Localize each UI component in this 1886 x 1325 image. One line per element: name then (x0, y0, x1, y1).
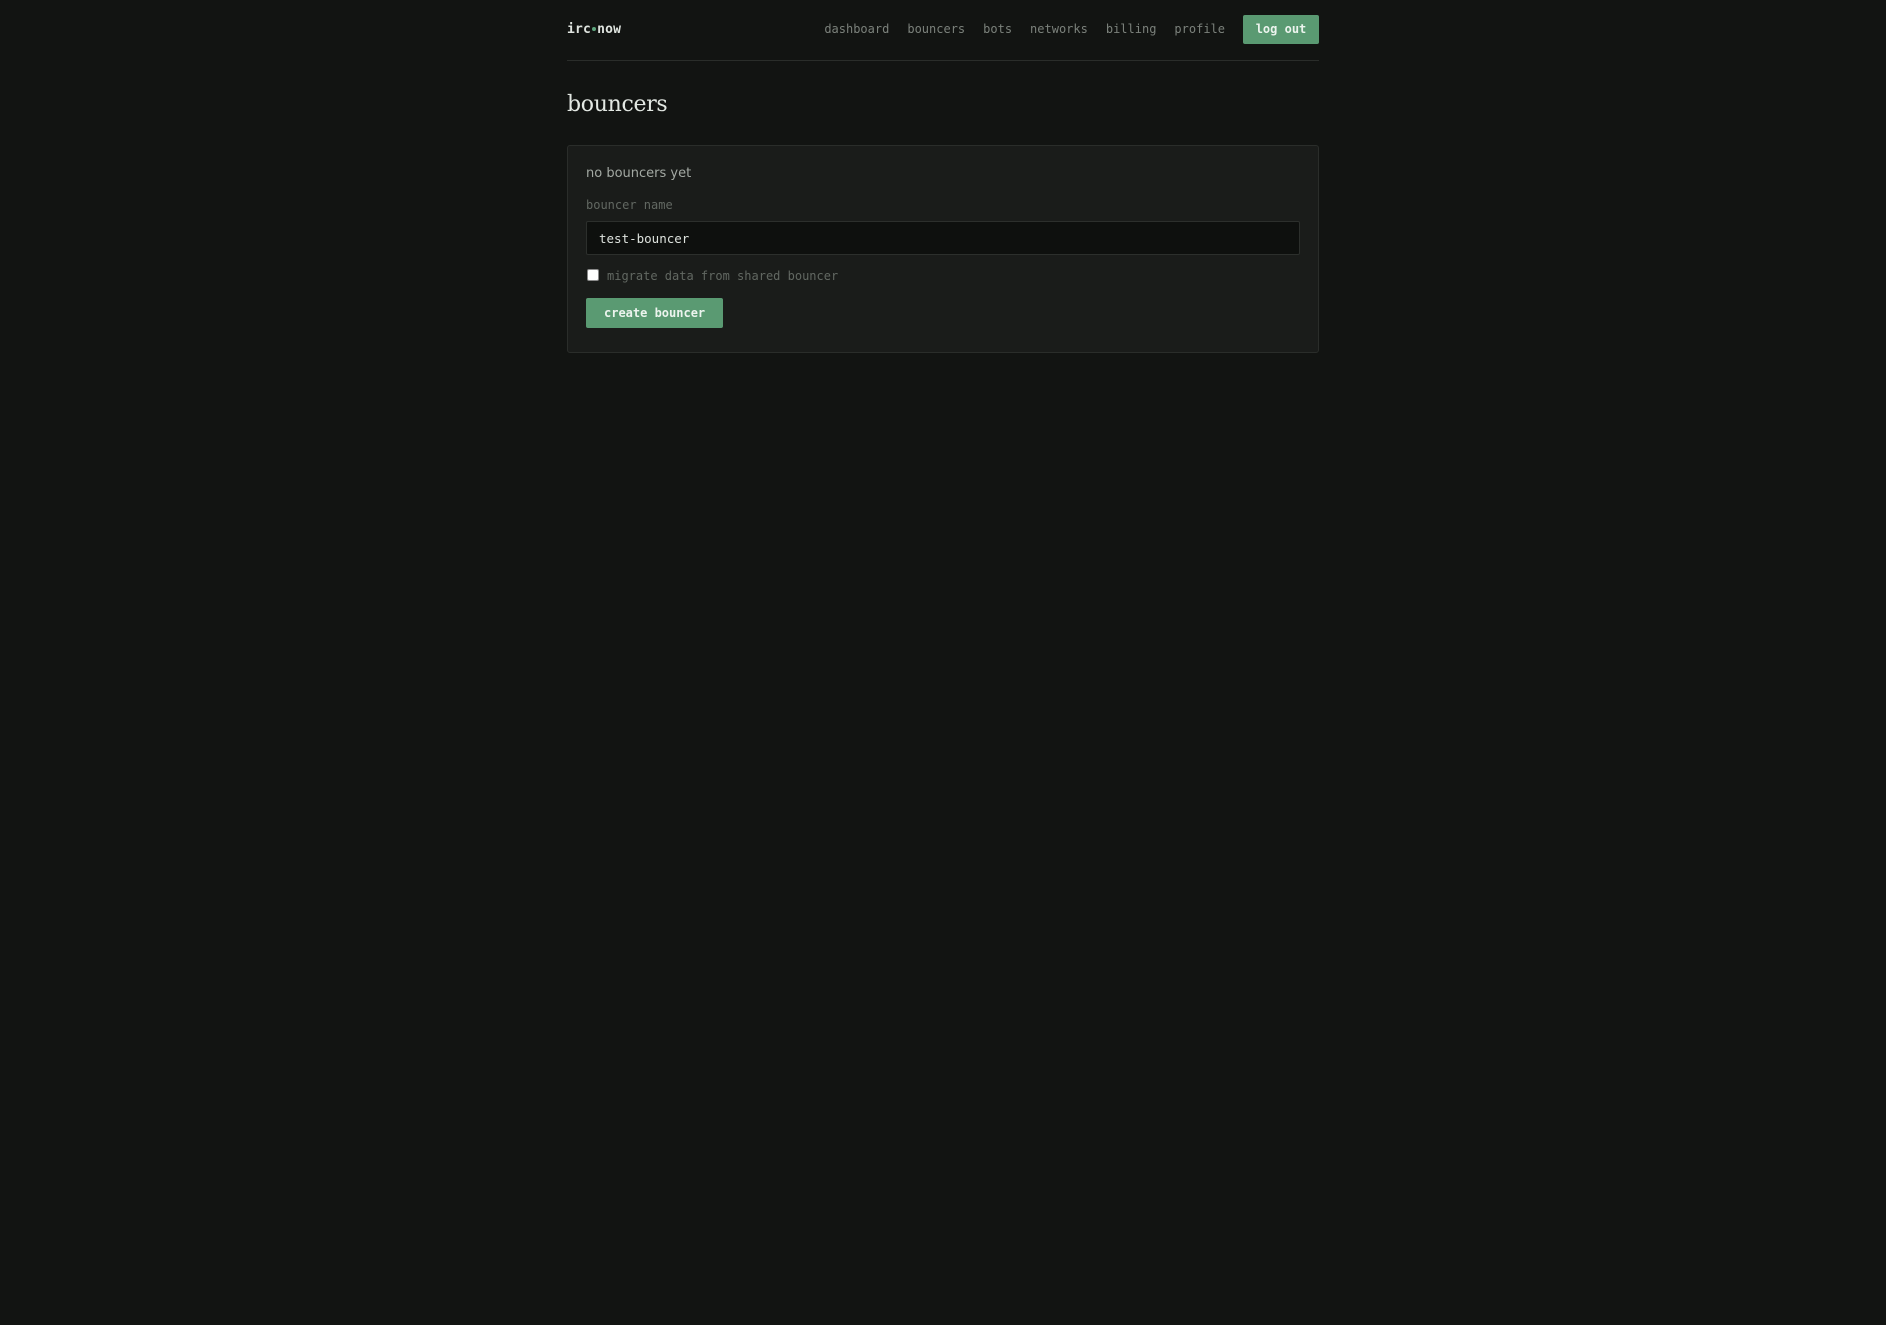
nav-link-profile[interactable]: profile (1174, 22, 1225, 36)
bouncer-name-input[interactable] (586, 221, 1300, 255)
nav-link-billing[interactable]: billing (1106, 22, 1157, 36)
brand-logo[interactable]: irc now (567, 22, 621, 37)
brand-text-right: now (597, 21, 622, 37)
nav-link-bouncers[interactable]: bouncers (907, 22, 965, 36)
nav-link-networks[interactable]: networks (1030, 22, 1088, 36)
migrate-data-label: migrate data from shared bouncer (607, 269, 839, 283)
brand-text-left: irc (567, 21, 592, 37)
page-container: irc now dashboard bouncers bots networks … (567, 0, 1319, 353)
top-navigation-bar: irc now dashboard bouncers bots networks … (567, 0, 1319, 61)
nav-menu: dashboard bouncers bots networks billing… (824, 14, 1319, 44)
create-bouncer-card: no bouncers yet bouncer name migrate dat… (567, 145, 1319, 353)
migrate-option-row: migrate data from shared bouncer (586, 269, 1300, 283)
logout-button[interactable]: log out (1243, 14, 1319, 44)
page-title: bouncers (567, 92, 668, 117)
bouncer-name-label: bouncer name (586, 198, 673, 212)
nav-link-bots[interactable]: bots (983, 22, 1012, 36)
brand-dot-icon (592, 27, 597, 31)
nav-link-dashboard[interactable]: dashboard (824, 22, 889, 36)
migrate-data-checkbox[interactable] (587, 269, 599, 281)
empty-state-text: no bouncers yet (586, 166, 692, 181)
create-bouncer-button[interactable]: create bouncer (586, 298, 724, 328)
